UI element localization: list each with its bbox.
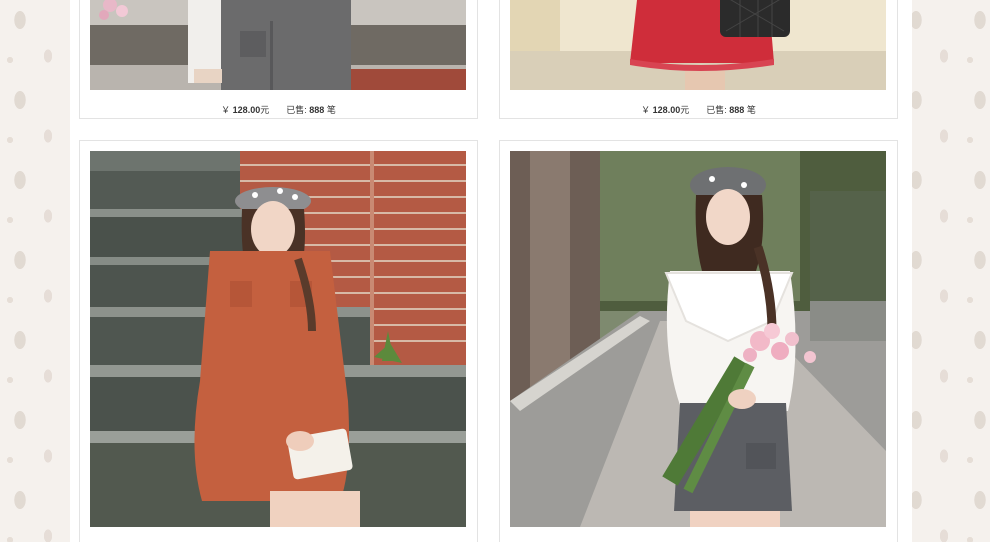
product-photo[interactable]	[510, 151, 886, 527]
product-card[interactable]	[79, 140, 478, 542]
sold-label: 已售:	[706, 105, 727, 115]
sold-unit: 笔	[746, 105, 756, 115]
sold-count: 888	[729, 105, 745, 115]
price-line: ￥ 128.00元 已售: 888 笔	[80, 103, 477, 116]
product-card[interactable]	[499, 140, 898, 542]
price-line: ￥ 128.00元 已售: 888 笔	[500, 103, 897, 116]
product-photo[interactable]	[90, 0, 466, 90]
product-card[interactable]: ￥ 128.00元 已售: 888 笔	[499, 0, 898, 119]
sold-label: 已售:	[286, 105, 307, 115]
price-unit: 元	[260, 105, 270, 115]
price-amount: 128.00	[232, 105, 261, 115]
product-grid: ￥ 128.00元 已售: 888 笔 ￥ 128.00元 已售: 888 笔	[70, 0, 912, 542]
sold-count: 888	[309, 105, 325, 115]
product-card[interactable]: ￥ 128.00元 已售: 888 笔	[79, 0, 478, 119]
product-photo[interactable]	[90, 151, 466, 527]
price-amount: 128.00	[652, 105, 681, 115]
currency-symbol: ￥	[641, 105, 651, 115]
price-unit: 元	[680, 105, 690, 115]
currency-symbol: ￥	[221, 105, 231, 115]
sold-unit: 笔	[326, 105, 336, 115]
product-photo[interactable]	[510, 0, 886, 90]
